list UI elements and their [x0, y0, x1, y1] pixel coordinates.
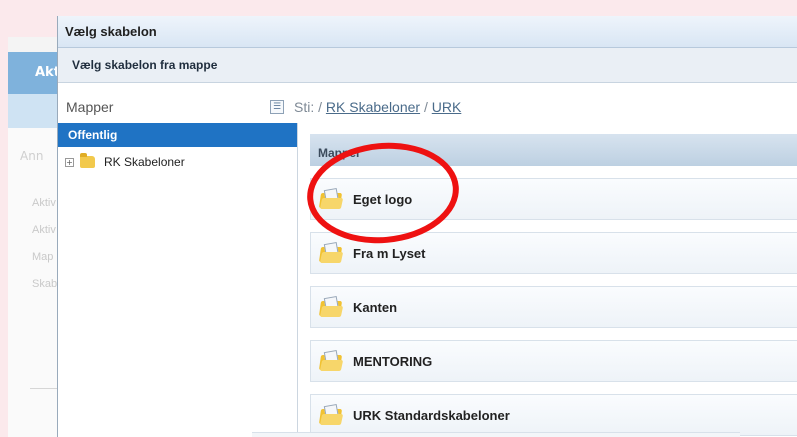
- folder-item-label: Eget logo: [353, 191, 413, 207]
- template-folder-icon: [318, 295, 344, 318]
- folder-item-label: Kanten: [353, 299, 398, 315]
- folder-icon: [80, 153, 95, 168]
- tree-item-rk-skabeloner[interactable]: + RK Skabeloner: [58, 153, 297, 169]
- folders-label: Mapper: [66, 99, 114, 115]
- dialog-subtitle: Vælg skabelon fra mappe: [58, 48, 797, 83]
- dialog-title: Vælg skabelon: [58, 16, 797, 48]
- background-link[interactable]: Aktiv: [32, 197, 56, 209]
- template-folder-icon: [318, 241, 344, 264]
- template-folder-icon: [318, 349, 344, 372]
- tree-root-offentlig[interactable]: Offentlig: [58, 123, 297, 147]
- background-subbar: [8, 94, 60, 128]
- folder-item-label: URK Standardskabeloner: [353, 407, 510, 423]
- folder-item-kanten[interactable]: Kanten: [310, 286, 797, 328]
- background-link[interactable]: Map: [32, 251, 53, 263]
- breadcrumb-separator: /: [423, 99, 428, 115]
- next-folder-row-partial: [252, 432, 740, 437]
- breadcrumb-prefix: Sti: /: [294, 99, 323, 115]
- expand-icon[interactable]: +: [65, 157, 74, 167]
- breadcrumb-link-urk[interactable]: URK: [432, 99, 462, 115]
- background-divider: [30, 388, 60, 389]
- folder-item-label: MENTORING: [353, 353, 433, 369]
- folder-item-urk-standardskabeloner[interactable]: URK Standardskabeloner: [310, 394, 797, 436]
- folder-path-bar: Mapper ☰ Sti: / RK Skabeloner / URK: [58, 91, 797, 123]
- template-folder-icon: [318, 187, 344, 210]
- folders-header: Mapper: [310, 134, 797, 166]
- tree-item-label: RK Skabeloner: [104, 155, 185, 169]
- breadcrumb-link-rk-skabeloner[interactable]: RK Skabeloner: [326, 99, 420, 115]
- background-link[interactable]: Skab: [32, 278, 57, 290]
- folder-item-fra-m-lyset[interactable]: Fra m Lyset: [310, 232, 797, 274]
- background-topbar: Akt: [8, 52, 60, 94]
- breadcrumb: Sti: / RK Skabeloner / URK: [294, 99, 461, 115]
- choose-template-dialog: Vælg skabelon Vælg skabelon fra mappe Ma…: [57, 16, 797, 437]
- background-heading: Ann: [20, 149, 44, 163]
- folder-item-eget-logo[interactable]: Eget logo: [310, 178, 797, 220]
- folder-tree-pane: Offentlig + RK Skabeloner: [58, 123, 298, 437]
- folder-item-mentoring[interactable]: MENTORING: [310, 340, 797, 382]
- template-folder-icon: [318, 403, 344, 426]
- tree-view-icon[interactable]: ☰: [270, 100, 284, 114]
- background-link[interactable]: Aktiv: [32, 224, 56, 236]
- folders-list-pane: Mapper Eget logo Fra m Lyset Kanten MENT…: [310, 134, 797, 436]
- folder-item-label: Fra m Lyset: [353, 245, 426, 261]
